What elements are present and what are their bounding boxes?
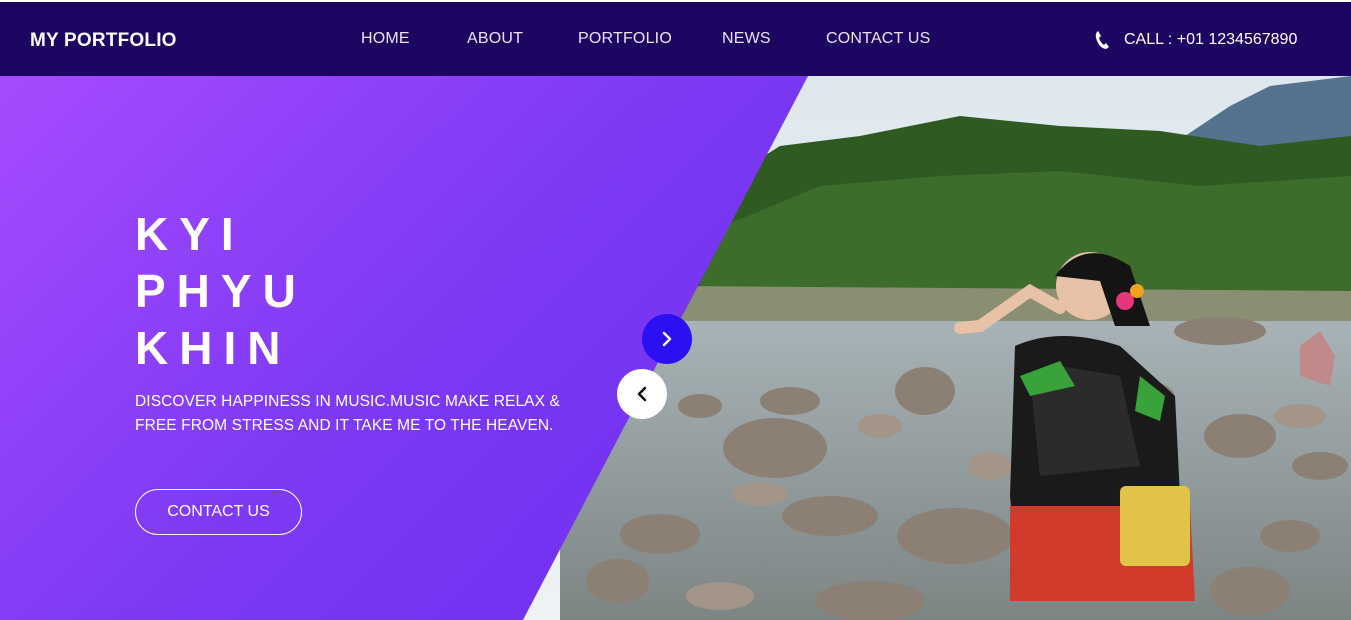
nav-contact-us[interactable]: CONTACT US <box>826 30 931 48</box>
chevron-right-icon <box>662 331 672 347</box>
hero-title-line-1: KYI <box>135 208 245 260</box>
call-info[interactable]: CALL : +01 1234567890 <box>1094 30 1297 50</box>
hero-title-line-3: KHIN <box>135 322 292 374</box>
hero-title-line-2: PHYU <box>135 265 307 317</box>
hero-title: KYI PHYU KHIN <box>135 206 535 377</box>
hero-slider: KYI PHYU KHIN DISCOVER HAPPINESS IN MUSI… <box>0 76 1351 620</box>
nav-news[interactable]: NEWS <box>722 30 771 48</box>
contact-us-button[interactable]: CONTACT US <box>135 489 302 535</box>
phone-icon <box>1094 30 1110 50</box>
call-text: CALL : +01 1234567890 <box>1124 31 1298 48</box>
nav-home[interactable]: HOME <box>361 30 410 48</box>
chevron-left-icon <box>637 386 647 402</box>
hero-tagline-line-1: DISCOVER HAPPINESS IN MUSIC.MUSIC MAKE R… <box>135 393 560 410</box>
nav-portfolio[interactable]: PORTFOLIO <box>578 30 672 48</box>
slider-prev-button[interactable] <box>617 369 667 419</box>
hero-tagline-line-2: FREE FROM STRESS AND IT TAKE ME TO THE H… <box>135 417 554 434</box>
nav-about[interactable]: ABOUT <box>467 30 523 48</box>
slider-next-button[interactable] <box>642 314 692 364</box>
top-navbar: MY PORTFOLIO HOME ABOUT PORTFOLIO NEWS C… <box>0 0 1351 76</box>
hero-tagline: DISCOVER HAPPINESS IN MUSIC.MUSIC MAKE R… <box>135 390 575 438</box>
